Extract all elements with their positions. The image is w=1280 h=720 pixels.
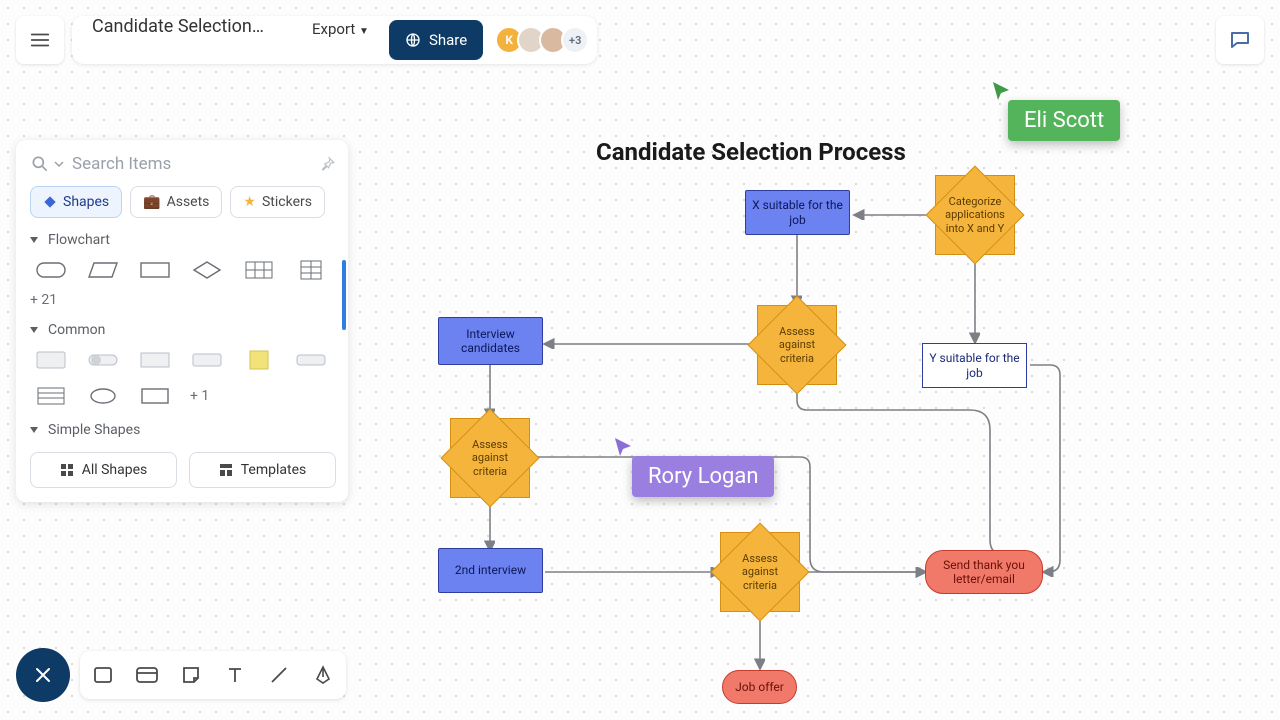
share-button[interactable]: Share bbox=[389, 20, 483, 60]
hamburger-icon bbox=[29, 29, 51, 51]
shape-rectangle[interactable] bbox=[138, 260, 172, 280]
tool-sticky[interactable] bbox=[178, 662, 204, 688]
grid-icon bbox=[60, 463, 74, 477]
tab-label: Stickers bbox=[262, 194, 312, 210]
presence-cursor-eli: Eli Scott bbox=[990, 80, 1120, 141]
hamburger-menu-button[interactable] bbox=[16, 16, 64, 64]
node-job-offer[interactable]: Job offer bbox=[722, 670, 797, 704]
shape-grid[interactable] bbox=[294, 260, 328, 280]
button-label: Templates bbox=[241, 462, 307, 478]
presence-tag: Eli Scott bbox=[1008, 100, 1120, 141]
node-label: Assess against criteria bbox=[725, 552, 795, 592]
button-label: All Shapes bbox=[82, 462, 148, 478]
node-assess1[interactable]: Assess against criteria bbox=[757, 305, 837, 385]
presence-cursor-rory: Rory Logan bbox=[612, 436, 774, 497]
shape-rect2[interactable] bbox=[138, 386, 172, 406]
common-more[interactable]: + 1 bbox=[190, 388, 209, 404]
node-second-interview[interactable]: 2nd interview bbox=[438, 548, 543, 593]
search-input[interactable] bbox=[72, 154, 310, 174]
shape-table[interactable] bbox=[242, 260, 276, 280]
briefcase-icon: 💼 bbox=[143, 194, 160, 210]
node-label: 2nd interview bbox=[455, 563, 526, 577]
search-icon bbox=[30, 154, 50, 174]
chevron-down-icon bbox=[30, 327, 38, 333]
tab-label: Assets bbox=[167, 194, 210, 210]
export-label: Export bbox=[312, 20, 355, 38]
tool-line[interactable] bbox=[266, 662, 292, 688]
shape-ellipse[interactable] bbox=[86, 386, 120, 406]
pin-icon[interactable] bbox=[318, 155, 336, 173]
shapes-panel: Shapes 💼 Assets ★ Stickers Flowchart + 2… bbox=[16, 140, 348, 502]
diagram-canvas[interactable]: Candidate Selection Process Categorize a… bbox=[360, 80, 1280, 720]
chevron-down-icon bbox=[54, 159, 64, 169]
shape-field[interactable] bbox=[294, 350, 328, 370]
node-label: Y suitable for the job bbox=[927, 351, 1022, 380]
node-thank-you[interactable]: Send thank you letter/email bbox=[925, 550, 1043, 594]
shape-card[interactable] bbox=[138, 350, 172, 370]
tool-pen[interactable] bbox=[310, 662, 336, 688]
comments-button[interactable] bbox=[1216, 16, 1264, 64]
shape-table2[interactable] bbox=[34, 386, 68, 406]
node-label: Assess against criteria bbox=[455, 438, 525, 478]
document-title[interactable]: Candidate Selection Pro… bbox=[76, 16, 286, 64]
node-label: Send thank you letter/email bbox=[930, 558, 1038, 587]
share-label: Share bbox=[429, 31, 467, 49]
chevron-down-icon bbox=[30, 427, 38, 433]
templates-button[interactable]: Templates bbox=[189, 452, 336, 488]
node-y-suitable[interactable]: Y suitable for the job bbox=[922, 343, 1027, 388]
section-label: Common bbox=[48, 322, 105, 338]
panel-scrollbar[interactable] bbox=[342, 260, 346, 330]
node-label: Job offer bbox=[735, 680, 784, 694]
shape-keyboard[interactable] bbox=[34, 350, 68, 370]
shape-parallelogram[interactable] bbox=[86, 260, 120, 280]
section-label: Simple Shapes bbox=[48, 422, 140, 438]
tab-shapes[interactable]: Shapes bbox=[30, 186, 122, 218]
tool-text[interactable] bbox=[222, 662, 248, 688]
tab-assets[interactable]: 💼 Assets bbox=[130, 186, 222, 218]
shape-sticky[interactable] bbox=[242, 350, 276, 370]
section-common[interactable]: Common bbox=[30, 322, 336, 338]
node-label: Assess against criteria bbox=[762, 325, 832, 365]
shape-toggle[interactable] bbox=[86, 350, 120, 370]
node-label: X suitable for the job bbox=[750, 198, 845, 227]
node-categorize[interactable]: Categorize applications into X and Y bbox=[935, 175, 1015, 255]
tab-stickers[interactable]: ★ Stickers bbox=[230, 186, 325, 218]
tool-rectangle[interactable] bbox=[90, 662, 116, 688]
chevron-down-icon bbox=[30, 237, 38, 243]
shape-terminator[interactable] bbox=[34, 260, 68, 280]
diagram-edges bbox=[360, 80, 1260, 720]
node-label: Categorize applications into X and Y bbox=[940, 195, 1010, 235]
section-flowchart[interactable]: Flowchart bbox=[30, 232, 336, 248]
node-interview[interactable]: Interview candidates bbox=[438, 317, 543, 365]
section-simple-shapes[interactable]: Simple Shapes bbox=[30, 422, 336, 438]
export-button[interactable]: Export ▼ bbox=[298, 20, 383, 60]
shape-diamond[interactable] bbox=[190, 260, 224, 280]
flowchart-more[interactable]: + 21 bbox=[30, 292, 336, 308]
shape-input[interactable] bbox=[190, 350, 224, 370]
section-label: Flowchart bbox=[48, 232, 110, 248]
presence-tag: Rory Logan bbox=[632, 456, 774, 497]
tool-card[interactable] bbox=[134, 662, 160, 688]
avatar-group[interactable]: K +3 bbox=[495, 26, 589, 54]
tab-label: Shapes bbox=[63, 194, 109, 210]
node-assess2[interactable]: Assess against criteria bbox=[450, 418, 530, 498]
speech-bubble-icon bbox=[1228, 28, 1252, 52]
all-shapes-button[interactable]: All Shapes bbox=[30, 452, 177, 488]
globe-icon bbox=[405, 32, 421, 48]
node-label: Interview candidates bbox=[443, 327, 538, 356]
chevron-down-icon: ▼ bbox=[359, 26, 369, 37]
node-x-suitable[interactable]: X suitable for the job bbox=[745, 190, 850, 235]
close-icon bbox=[33, 665, 53, 685]
close-fab-button[interactable] bbox=[16, 648, 70, 702]
template-icon bbox=[219, 463, 233, 477]
diamond-icon bbox=[43, 195, 57, 209]
star-icon: ★ bbox=[243, 194, 256, 210]
avatar-more[interactable]: +3 bbox=[561, 26, 589, 54]
node-assess3[interactable]: Assess against criteria bbox=[720, 532, 800, 612]
